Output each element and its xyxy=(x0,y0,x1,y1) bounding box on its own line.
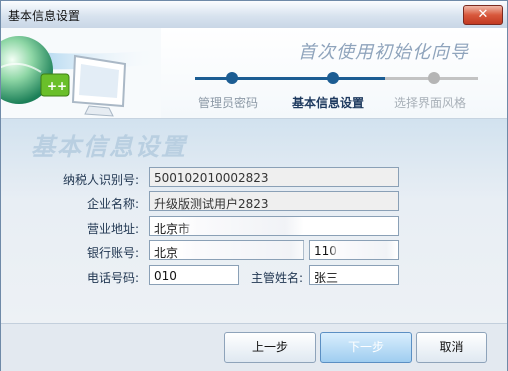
company-field[interactable]: 升级版测试用户2823 xyxy=(149,191,399,211)
tax-id-field[interactable]: 500102010002823 xyxy=(149,167,399,187)
wizard-logo-icon: + + xyxy=(1,28,161,118)
wizard-window: 基本信息设置 ✕ + + 首次使用初始化向导 管理员密码 基本信息设置 选择界面… xyxy=(0,0,508,371)
close-icon: ✕ xyxy=(477,7,489,22)
address-redaction xyxy=(179,217,304,235)
phone-field[interactable]: 010 xyxy=(149,265,239,285)
svg-text:+: + xyxy=(57,79,67,93)
title-bar[interactable]: 基本信息设置 ✕ xyxy=(1,1,507,29)
step-label-admin-password: 管理员密码 xyxy=(198,96,259,110)
close-button[interactable]: ✕ xyxy=(463,5,503,25)
section-title: 基本信息设置 xyxy=(31,132,187,161)
prev-button[interactable]: 上一步 xyxy=(224,332,316,363)
address-label: 营业地址: xyxy=(86,222,139,236)
phone-label: 电话号码: xyxy=(86,271,139,285)
window-title: 基本信息设置 xyxy=(8,9,81,23)
step-dot-interface-style xyxy=(428,72,440,84)
svg-text:+: + xyxy=(47,79,57,93)
next-button[interactable]: 下一步 xyxy=(320,332,412,363)
step-dot-basic-info xyxy=(327,72,339,84)
step-label-interface-style: 选择界面风格 xyxy=(394,96,467,110)
step-dot-admin-password xyxy=(226,72,238,84)
cancel-button[interactable]: 取消 xyxy=(416,332,487,363)
wizard-banner: + + 首次使用初始化向导 管理员密码 基本信息设置 选择界面风格 xyxy=(1,28,507,119)
wizard-title: 首次使用初始化向导 xyxy=(298,42,469,63)
manager-label: 主管姓名: xyxy=(250,271,303,285)
step-label-basic-info: 基本信息设置 xyxy=(292,96,365,110)
bank-label: 银行账号: xyxy=(86,246,139,260)
account-redaction xyxy=(329,241,397,259)
company-label: 企业名称: xyxy=(86,197,139,211)
tax-id-label: 纳税人识别号: xyxy=(62,173,139,187)
manager-field[interactable]: 张三 xyxy=(309,265,399,285)
button-bar: 上一步 下一步 取消 xyxy=(1,323,507,371)
form-area: 基本信息设置 纳税人识别号: 500102010002823 企业名称: 升级版… xyxy=(1,119,507,323)
bank-redaction xyxy=(176,241,311,259)
